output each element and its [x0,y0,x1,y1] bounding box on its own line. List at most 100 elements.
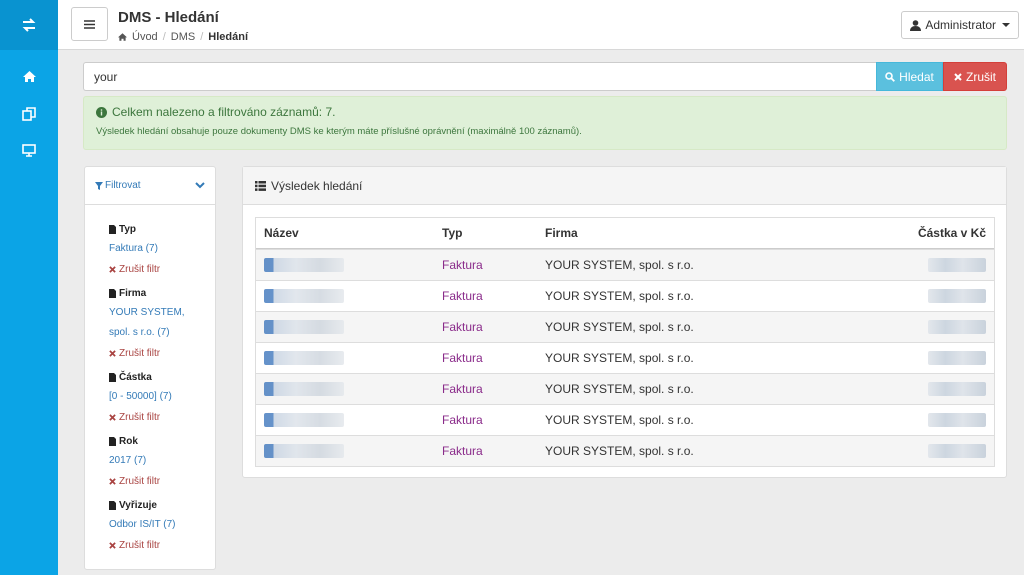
file-icon [109,500,116,510]
filter-value-firma[interactable]: YOUR SYSTEM, [109,303,215,323]
table-row[interactable]: Faktura YOUR SYSTEM, spol. s r.o. [256,404,994,435]
info-icon [96,106,107,118]
results-table: Název Typ Firma Částka v Kč Faktura YOUR … [255,217,995,467]
table-row[interactable]: Faktura YOUR SYSTEM, spol. s r.o. [256,342,994,373]
close-icon [109,349,116,357]
copy-icon [22,106,36,121]
row-firm: YOUR SYSTEM, spol. s r.o. [545,351,694,365]
row-firm: YOUR SYSTEM, spol. s r.o. [545,289,694,303]
clear-filter-castka[interactable]: Zrušit filtr [109,407,215,427]
close-icon [109,265,116,273]
menu-toggle-button[interactable] [71,7,108,41]
redacted-amount [928,382,986,396]
search-input[interactable] [83,62,876,91]
user-menu-button[interactable]: Administrator [901,11,1019,39]
col-header-firm[interactable]: Firma [537,226,797,240]
breadcrumb-home[interactable]: Úvod [132,31,158,43]
results-header: Výsledek hledání [243,167,1006,205]
breadcrumb-dms[interactable]: DMS [171,31,195,43]
redacted-name[interactable] [264,413,344,427]
cancel-button[interactable]: Zrušit [943,62,1007,91]
table-row[interactable]: Faktura YOUR SYSTEM, spol. s r.o. [256,249,994,280]
filter-value-firma-2[interactable]: spol. s r.o. (7) [109,323,215,343]
row-type-link[interactable]: Faktura [442,258,483,272]
list-icon [255,180,266,191]
row-firm: YOUR SYSTEM, spol. s r.o. [545,258,694,272]
left-rail [0,0,58,575]
results-panel: Výsledek hledání Název Typ Firma Částka … [242,166,1007,478]
result-alert: Celkem nalezeno a filtrováno záznamů: 7.… [83,96,1007,150]
row-firm: YOUR SYSTEM, spol. s r.o. [545,382,694,396]
close-icon [109,541,116,549]
rail-toggle[interactable] [0,0,58,50]
filter-group-typ: Typ Faktura (7) Zrušit filtr [109,219,215,279]
filter-value-vyrizuje[interactable]: Odbor IS/IT (7) [109,515,215,535]
row-type-link[interactable]: Faktura [442,413,483,427]
rail-home[interactable] [0,58,58,95]
file-icon [109,288,116,298]
rail-monitor[interactable] [0,132,58,169]
filter-value-rok[interactable]: 2017 (7) [109,451,215,471]
home-icon [118,33,127,41]
close-icon [109,413,116,421]
col-header-type[interactable]: Typ [434,226,537,240]
filter-group-vyrizuje: Vyřizuje Odbor IS/IT (7) Zrušit filtr [109,495,215,555]
col-header-name[interactable]: Název [256,226,434,240]
close-icon [109,477,116,485]
file-icon [109,372,116,382]
redacted-name[interactable] [264,258,344,272]
search-icon [885,71,896,82]
filter-group-firma: Firma YOUR SYSTEM, spol. s r.o. (7) Zruš… [109,283,215,363]
redacted-name[interactable] [264,382,344,396]
row-firm: YOUR SYSTEM, spol. s r.o. [545,444,694,458]
filter-title: Filtrovat [105,180,141,191]
clear-filter-rok[interactable]: Zrušit filtr [109,471,215,491]
redacted-name[interactable] [264,320,344,334]
filter-value-typ[interactable]: Faktura (7) [109,239,215,259]
col-header-amount[interactable]: Částka v Kč [797,226,994,240]
breadcrumb: Úvod / DMS / Hledání [118,31,248,43]
top-header: DMS - Hledání Úvod / DMS / Hledání Admin… [58,0,1024,50]
table-row[interactable]: Faktura YOUR SYSTEM, spol. s r.o. [256,280,994,311]
clear-filter-vyrizuje[interactable]: Zrušit filtr [109,535,215,555]
alert-summary: Celkem nalezeno a filtrováno záznamů: 7. [112,105,336,119]
user-name: Administrator [925,18,996,32]
table-row[interactable]: Faktura YOUR SYSTEM, spol. s r.o. [256,311,994,342]
breadcrumb-current: Hledání [208,31,248,43]
rail-documents[interactable] [0,95,58,132]
row-type-link[interactable]: Faktura [442,320,483,334]
row-firm: YOUR SYSTEM, spol. s r.o. [545,413,694,427]
redacted-name[interactable] [264,289,344,303]
row-type-link[interactable]: Faktura [442,382,483,396]
row-type-link[interactable]: Faktura [442,444,483,458]
redacted-amount [928,289,986,303]
clear-filter-firma[interactable]: Zrušit filtr [109,343,215,363]
results-title: Výsledek hledání [271,178,363,193]
table-row[interactable]: Faktura YOUR SYSTEM, spol. s r.o. [256,373,994,404]
user-icon [910,19,922,31]
filter-group-rok: Rok 2017 (7) Zrušit filtr [109,431,215,491]
table-header-row: Název Typ Firma Částka v Kč [256,218,994,249]
row-type-link[interactable]: Faktura [442,289,483,303]
file-icon [109,436,116,446]
row-type-link[interactable]: Faktura [442,351,483,365]
filter-icon [95,181,103,190]
filter-group-castka: Částka [0 - 50000] (7) Zrušit filtr [109,367,215,427]
redacted-name[interactable] [264,444,344,458]
search-button[interactable]: Hledat [876,62,943,91]
close-icon [954,72,962,81]
clear-filter-typ[interactable]: Zrušit filtr [109,259,215,279]
page-title: DMS - Hledání [118,9,219,26]
home-icon [22,71,36,82]
alert-note: Výsledek hledání obsahuje pouze dokument… [96,126,582,137]
table-row[interactable]: Faktura YOUR SYSTEM, spol. s r.o. [256,435,994,466]
filter-header[interactable]: Filtrovat [85,167,215,205]
filter-value-castka[interactable]: [0 - 50000] (7) [109,387,215,407]
redacted-amount [928,320,986,334]
chevron-down-icon [1002,23,1010,27]
redacted-amount [928,351,986,365]
redacted-name[interactable] [264,351,344,365]
chevron-down-icon [195,182,205,189]
hamburger-icon [84,19,95,29]
redacted-amount [928,444,986,458]
